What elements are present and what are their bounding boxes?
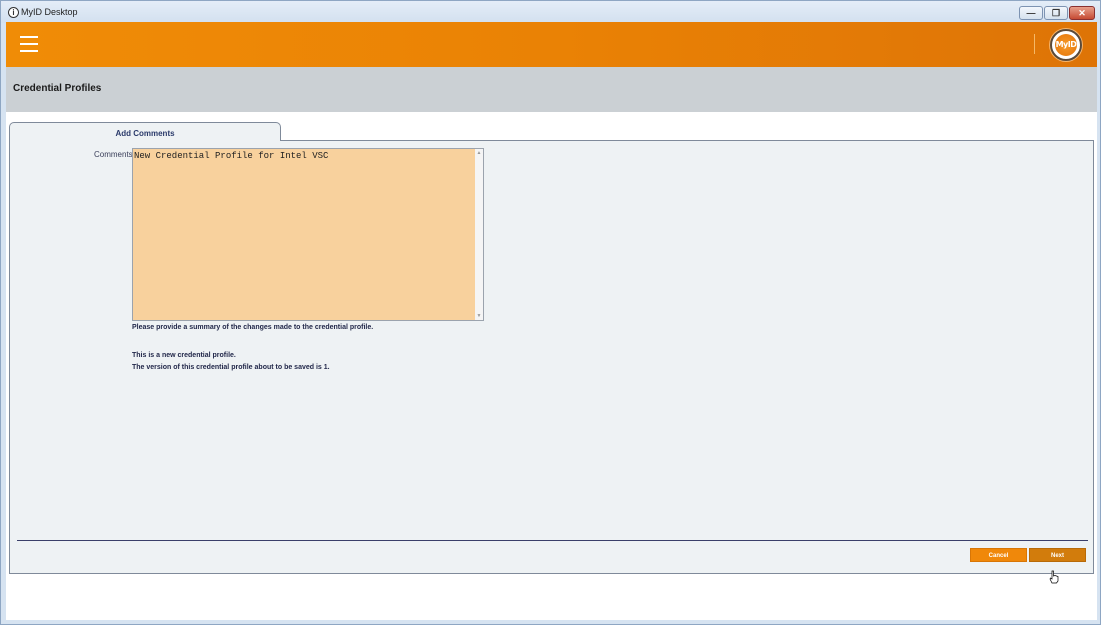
app-header: MyID [6, 22, 1097, 67]
header-divider [1034, 34, 1035, 54]
comments-textarea[interactable]: New Credential Profile for Intel VSC [133, 149, 475, 320]
restore-button[interactable]: ❐ [1044, 6, 1068, 20]
restore-icon: ❐ [1051, 8, 1061, 18]
next-button[interactable]: Next [1029, 548, 1086, 562]
comments-panel: Comments: New Credential Profile for Int… [9, 140, 1094, 574]
comments-scrollbar[interactable]: ▲ ▼ [475, 149, 483, 320]
client-area: MyID Credential Profiles Add Comments Co… [6, 22, 1097, 620]
page-header: Credential Profiles [6, 67, 1097, 112]
version-info: The version of this credential profile a… [132, 364, 330, 371]
comments-label: Comments: [94, 150, 135, 159]
scroll-down-icon[interactable]: ▼ [475, 312, 483, 320]
close-icon: ✕ [1078, 8, 1086, 18]
minimize-icon: — [1026, 8, 1036, 18]
app-window: i MyID Desktop — ❐ ✕ MyID Credential Pro… [0, 0, 1101, 625]
logo-text: MyID [1055, 34, 1077, 56]
hamburger-menu-icon[interactable] [20, 36, 38, 52]
page-title: Credential Profiles [13, 83, 102, 94]
window-title: MyID Desktop [21, 7, 78, 17]
hand-cursor-icon [1049, 570, 1059, 584]
title-bar[interactable]: i MyID Desktop — ❐ ✕ [1, 1, 1100, 23]
app-info-icon: i [8, 7, 19, 18]
footer-divider [17, 540, 1088, 541]
window-controls: — ❐ ✕ [1019, 6, 1095, 20]
comments-help-text: Please provide a summary of the changes … [132, 324, 374, 331]
myid-logo: MyID [1050, 29, 1082, 61]
cancel-button[interactable]: Cancel [970, 548, 1027, 562]
minimize-button[interactable]: — [1019, 6, 1043, 20]
tab-add-comments[interactable]: Add Comments [9, 122, 281, 141]
client-footer-area [6, 577, 1097, 620]
new-profile-info: This is a new credential profile. [132, 352, 236, 359]
close-button[interactable]: ✕ [1069, 6, 1095, 20]
scroll-up-icon[interactable]: ▲ [475, 149, 483, 157]
comments-field-container: New Credential Profile for Intel VSC ▲ ▼ [132, 148, 484, 321]
